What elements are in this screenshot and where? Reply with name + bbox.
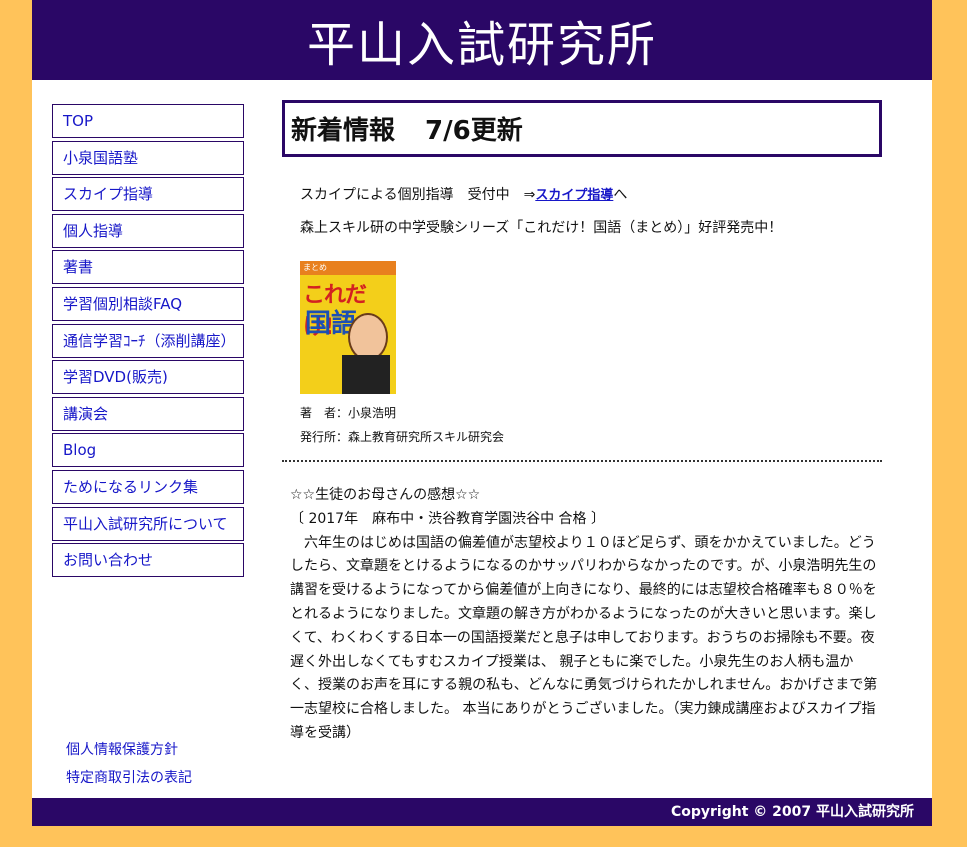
- testimonial: ☆☆生徒のお母さんの感想☆☆ 〔 2017年 麻布中・渋谷教育学園渋谷中 合格 …: [290, 484, 878, 746]
- testimonial-heading: ☆☆生徒のお母さんの感想☆☆: [290, 487, 481, 503]
- nav-item-lectures[interactable]: 講演会: [52, 396, 244, 431]
- book-cover-image[interactable]: まとめ これだけ! 国語: [300, 261, 396, 394]
- nav-item-correspondence[interactable]: 通信学習ｺｰﾁ（添削講座）: [52, 323, 244, 358]
- author-portrait-icon: [348, 313, 388, 361]
- nav-item-about[interactable]: 平山入試研究所について: [52, 506, 244, 541]
- author-suit-icon: [342, 355, 390, 394]
- sidebar-footer-links: 個人情報保護方針 特定商取引法の表記: [66, 736, 192, 792]
- nav-item-books[interactable]: 著書: [52, 250, 244, 285]
- news-title-box: 新着情報 7/6更新: [282, 100, 882, 157]
- nav-item-contact[interactable]: お問い合わせ: [52, 543, 244, 578]
- book-publisher: 発行所：森上教育研究所スキル研究会: [300, 430, 505, 444]
- news-title: 新着情報: [291, 116, 396, 146]
- nav-item-private-tutoring[interactable]: 個人指導: [52, 213, 244, 248]
- site-header: 平山入試研究所: [32, 0, 932, 80]
- nav-item-skype[interactable]: スカイプ指導: [52, 177, 244, 212]
- book-notice: 森上スキル研の中学受験シリーズ「これだけ！国語（まとめ）」好評発売中！: [300, 220, 783, 236]
- dotted-divider: [282, 460, 882, 462]
- sidebar-nav: TOP 小泉国語塾 スカイプ指導 個人指導 著書 学習個別相談FAQ 通信学習ｺ…: [52, 104, 244, 580]
- nav-item-dvd[interactable]: 学習DVD(販売): [52, 360, 244, 395]
- skype-notice: スカイプによる個別指導 受付中 ⇒スカイプ指導へ: [300, 184, 627, 204]
- commerce-law-link[interactable]: 特定商取引法の表記: [66, 764, 192, 792]
- book-cover-top: まとめ: [300, 261, 396, 275]
- nav-item-faq[interactable]: 学習個別相談FAQ: [52, 286, 244, 321]
- privacy-policy-link[interactable]: 個人情報保護方針: [66, 736, 192, 764]
- update-date: 7/6更新: [425, 116, 523, 146]
- testimonial-body: 六年生のはじめは国語の偏差値が志望校より１０ほど足らず、頭をかかえていました。ど…: [290, 534, 878, 741]
- book-author: 著 者：小泉浩明: [300, 406, 397, 420]
- site-title: 平山入試研究所: [306, 17, 657, 73]
- site-footer: Copyright © 2007 平山入試研究所: [32, 798, 932, 826]
- copyright-text: Copyright © 2007 平山入試研究所: [670, 804, 914, 820]
- nav-item-blog[interactable]: Blog: [52, 433, 244, 468]
- nav-item-koizumi-kokugo[interactable]: 小泉国語塾: [52, 140, 244, 175]
- skype-notice-text: スカイプによる個別指導 受付中 ⇒: [300, 187, 536, 203]
- page-container: 平山入試研究所 TOP 小泉国語塾 スカイプ指導 個人指導 著書 学習個別相談F…: [32, 0, 932, 826]
- nav-item-top[interactable]: TOP: [52, 104, 244, 138]
- skype-notice-suffix: へ: [613, 187, 628, 203]
- nav-item-links[interactable]: ためになるリンク集: [52, 469, 244, 504]
- main-content: 新着情報 7/6更新 スカイプによる個別指導 受付中 ⇒スカイプ指導へ 森上スキ…: [282, 100, 882, 741]
- testimonial-school: 〔 2017年 麻布中・渋谷教育学園渋谷中 合格 〕: [290, 510, 605, 527]
- skype-link[interactable]: スカイプ指導: [535, 188, 613, 203]
